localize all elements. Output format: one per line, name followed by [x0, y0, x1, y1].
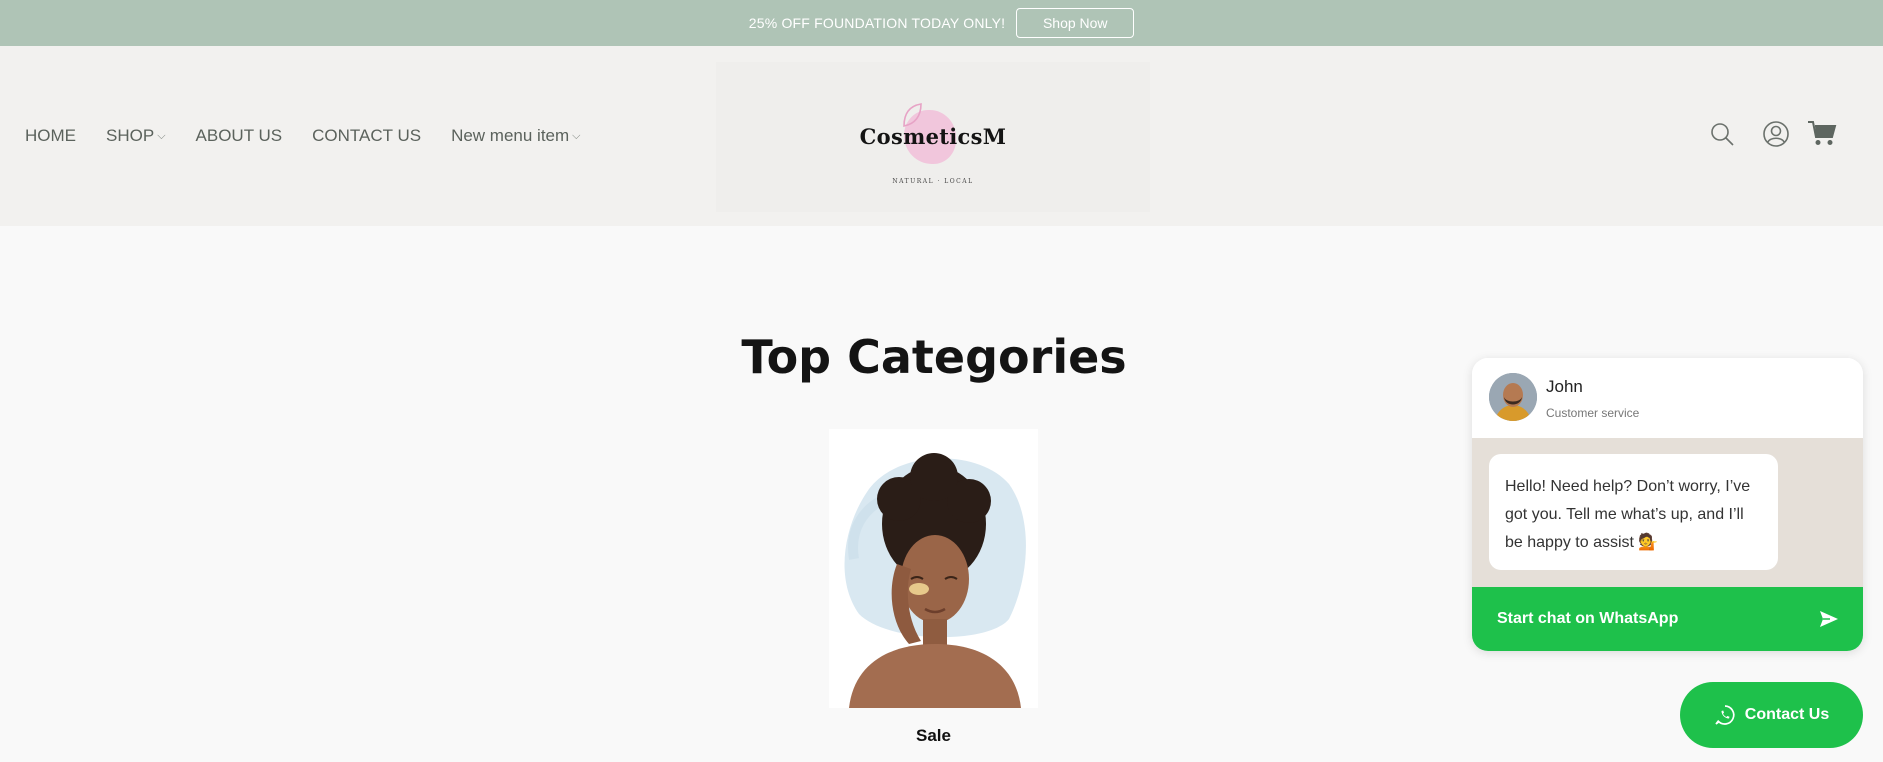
category-model-image — [844, 453, 1026, 708]
nav-new-menu-item[interactable]: New menu item ⌵ — [451, 126, 580, 146]
chat-body: Hello! Need help? Don’t worry, I’ve got … — [1472, 438, 1863, 587]
chat-widget: John Customer service Hello! Need help? … — [1472, 358, 1863, 651]
search-icon[interactable] — [1709, 121, 1735, 152]
chat-message: Hello! Need help? Don’t worry, I’ve got … — [1489, 454, 1778, 570]
nav-new-menu-item-label: New menu item — [451, 126, 570, 145]
nav-about-label: ABOUT US — [195, 126, 283, 145]
nav-home[interactable]: HOME — [25, 126, 76, 146]
chat-agent-role: Customer service — [1546, 406, 1640, 420]
nav-contact-label: CONTACT US — [312, 126, 422, 145]
announcement-text: 25% OFF FOUNDATION TODAY ONLY! — [748, 15, 1006, 31]
nav-home-label: HOME — [25, 126, 76, 145]
avatar — [1489, 373, 1537, 421]
nav-shop-label: SHOP — [106, 126, 155, 145]
main-nav: HOME SHOP ⌵ ABOUT US CONTACT US New menu … — [25, 46, 581, 226]
shop-now-button[interactable]: Shop Now — [1016, 8, 1135, 38]
contact-us-label: Contact Us — [1744, 706, 1830, 723]
start-whatsapp-chat-label: Start chat on WhatsApp — [1497, 610, 1679, 627]
chat-header: John Customer service — [1472, 358, 1863, 438]
category-label-sale[interactable]: Sale — [829, 726, 1038, 746]
chevron-down-icon: ⌵ — [157, 129, 166, 142]
nav-shop[interactable]: SHOP ⌵ — [106, 126, 166, 146]
chat-agent-name: John — [1546, 377, 1583, 396]
account-icon[interactable] — [1762, 120, 1790, 153]
whatsapp-icon — [1715, 705, 1735, 725]
nav-about[interactable]: ABOUT US — [196, 126, 283, 146]
logo-tagline: NATURAL · LOCAL — [892, 178, 974, 185]
category-image-sale[interactable] — [829, 429, 1038, 708]
contact-us-button[interactable]: Contact Us — [1680, 682, 1863, 748]
logo-name: CosmeticsM — [859, 124, 1007, 149]
announcement-bar: 25% OFF FOUNDATION TODAY ONLY! Shop Now — [0, 0, 1883, 46]
send-icon — [1820, 611, 1838, 627]
site-logo[interactable]: CosmeticsM NATURAL · LOCAL — [716, 62, 1150, 212]
nav-contact[interactable]: CONTACT US — [312, 126, 421, 146]
chevron-down-icon: ⌵ — [572, 129, 581, 142]
cart-icon[interactable] — [1807, 119, 1837, 152]
start-whatsapp-chat-button[interactable]: Start chat on WhatsApp — [1472, 587, 1863, 651]
site-header: HOME SHOP ⌵ ABOUT US CONTACT US New menu … — [0, 46, 1883, 226]
